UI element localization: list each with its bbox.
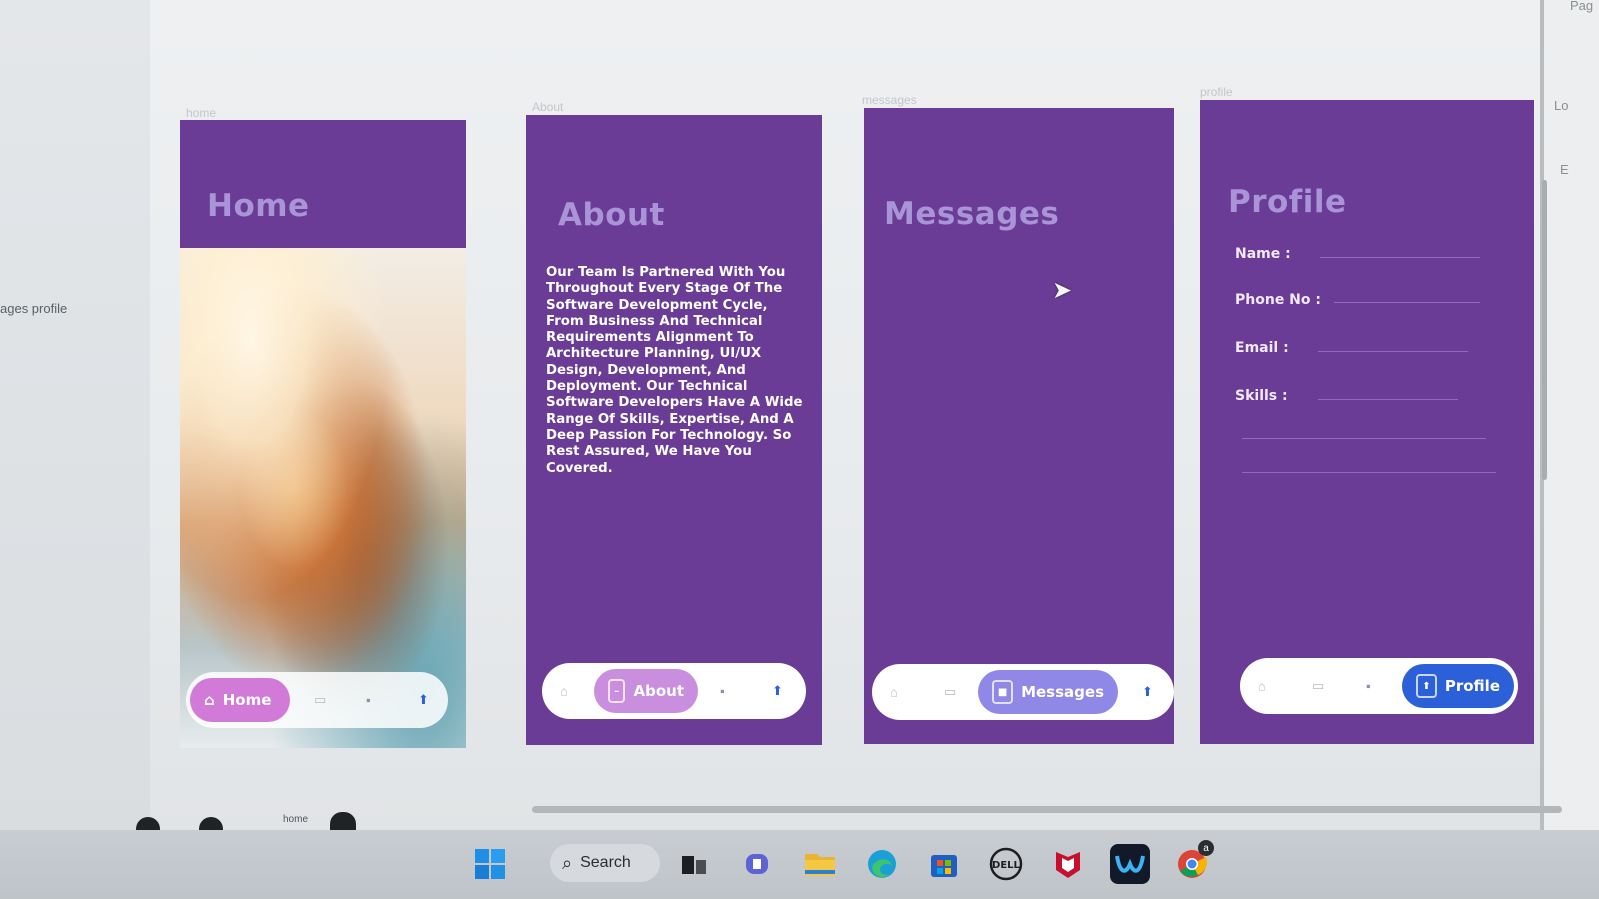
layer-thumbnail[interactable] [330,812,356,830]
dell-icon[interactable]: DELL [986,844,1026,884]
nav-about-button[interactable]: – About [594,669,698,713]
teams-icon[interactable] [738,844,778,884]
edge-icon[interactable] [862,844,902,884]
email-label: Email : [1235,340,1289,356]
skills-label: Skills : [1235,388,1288,404]
home-title: Home [207,188,310,224]
about-nav-bar: ⌂ – About ▪ ⬆ [542,663,806,719]
messages-nav-bar: ⌂ ▭ ■ Messages ⬆ [872,664,1174,720]
about-frame[interactable]: About Our Team Is Partnered With You Thr… [526,115,822,745]
about-icon: – [608,679,626,703]
about-icon[interactable]: ▭ [944,684,956,700]
about-body-text: Our Team Is Partnered With You Throughou… [546,265,803,476]
webex-icon[interactable] [1110,844,1150,884]
taskbar-search[interactable]: ⌕ Search [550,844,660,882]
messages-icon: ■ [992,680,1014,704]
chrome-icon[interactable]: a [1172,840,1214,884]
nav-messages-label: Messages [1021,683,1104,701]
nav-home-label: Home [222,691,272,709]
messages-icon[interactable]: ▪ [366,693,371,708]
about-icon[interactable]: ▭ [1312,678,1324,694]
email-field[interactable] [1318,351,1468,352]
search-icon: ⌕ [562,852,573,873]
home-icon[interactable]: ⌂ [1258,679,1266,694]
frame-label-profile[interactable]: profile [1200,85,1233,99]
profile-icon[interactable]: ⬆ [772,683,783,699]
profile-icon: ⬆ [1416,674,1437,698]
layers-label: ages profile [0,301,68,316]
name-label: Name : [1235,246,1291,262]
skills-field-line-3[interactable] [1242,472,1496,473]
search-label: Search [580,854,631,871]
home-icon[interactable]: ⌂ [560,684,568,699]
nav-profile-label: Profile [1444,677,1500,695]
profile-title: Profile [1228,184,1347,220]
windows-taskbar: ⌕ Search DELL a [0,830,1599,899]
phone-label: Phone No : [1235,292,1321,308]
frame-label-about[interactable]: About [532,100,563,114]
messages-frame[interactable]: Messages ➤ ⌂ ▭ ■ Messages ⬆ [864,108,1174,744]
messages-icon[interactable]: ▪ [720,684,725,699]
home-header: Home [180,120,466,248]
skills-field[interactable] [1318,399,1458,400]
frame-label-home[interactable]: home [186,106,216,120]
task-view-icon[interactable] [674,844,714,884]
mcafee-icon[interactable] [1048,844,1088,884]
properties-label-layout: Lo [1554,98,1569,113]
profile-icon[interactable]: ⬆ [418,692,429,708]
home-icon: ⌂ [204,691,215,709]
start-icon[interactable] [470,844,510,884]
about-icon[interactable]: ▭ [314,692,326,708]
phone-field[interactable] [1334,302,1480,303]
messages-title: Messages [884,196,1060,232]
vertical-scrollbar[interactable] [1542,180,1547,480]
nav-home-button[interactable]: ⌂ Home [190,678,290,722]
svg-text:DELL: DELL [992,860,1021,871]
about-title: About [558,197,665,233]
properties-label-page: Pag [1570,0,1594,13]
skills-field-line-2[interactable] [1242,438,1486,439]
profile-frame[interactable]: Profile Name : Phone No : Email : Skills… [1200,100,1534,744]
bottom-home-label: home [283,814,309,825]
home-frame[interactable]: Home ⌂ Home ▭ ▪ ⬆ [180,120,466,748]
nav-profile-button[interactable]: ⬆ Profile [1402,664,1514,708]
profile-nav-bar: ⌂ ▭ ▪ ⬆ Profile [1240,658,1518,714]
home-icon[interactable]: ⌂ [890,685,898,700]
nav-messages-button[interactable]: ■ Messages [978,670,1118,714]
file-explorer-icon[interactable] [800,844,840,884]
properties-label-export: E [1560,162,1569,177]
frame-label-messages[interactable]: messages [862,93,917,107]
chrome-badge: a [1198,840,1214,856]
properties-panel: Pag Lo E [1540,0,1599,830]
nav-about-label: About [633,682,684,700]
home-nav-bar: ⌂ Home ▭ ▪ ⬆ [186,672,448,728]
horizontal-scrollbar[interactable] [532,806,1562,813]
left-panel: ages profile [0,0,150,830]
store-icon[interactable] [924,844,964,884]
cursor-icon: ➤ [1052,277,1073,304]
profile-icon[interactable]: ⬆ [1142,684,1153,700]
name-field[interactable] [1320,257,1480,258]
messages-icon[interactable]: ▪ [1366,679,1371,694]
